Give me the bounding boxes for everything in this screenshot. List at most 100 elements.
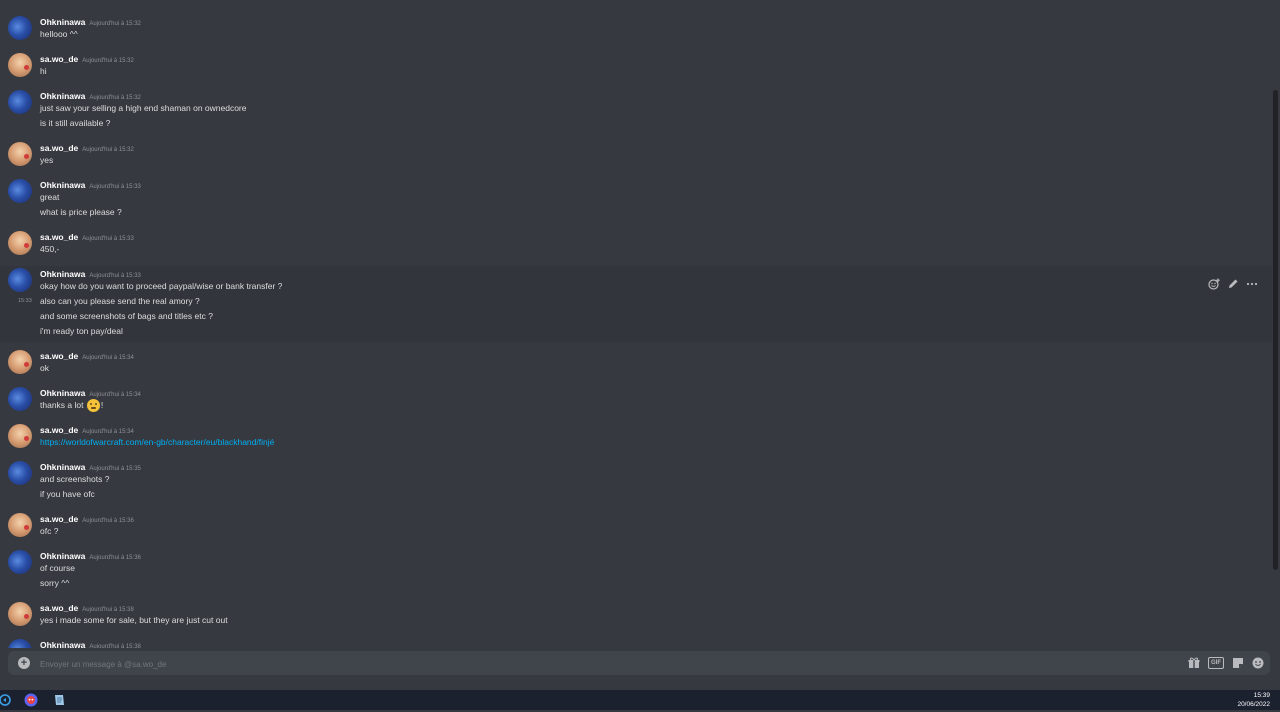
gif-button[interactable]: GIF <box>1208 657 1224 669</box>
avatar[interactable] <box>8 461 32 485</box>
avatar[interactable] <box>8 268 32 292</box>
message-group[interactable]: sa.wo_de Aujourd'hui à 15:33 450,- <box>0 229 1272 260</box>
avatar[interactable] <box>8 602 32 626</box>
message-composer: + GIF <box>8 651 1270 675</box>
message-line-text: of course <box>40 563 75 573</box>
author-name[interactable]: sa.wo_de <box>40 54 78 64</box>
author-name[interactable]: Ohkninawa <box>40 17 85 27</box>
avatar[interactable] <box>8 424 32 448</box>
message-link[interactable]: https://worldofwarcraft.com/en-gb/charac… <box>40 436 274 448</box>
message-text: 450,- <box>40 243 59 255</box>
notepad-icon[interactable] <box>52 693 66 707</box>
message-text: yes <box>40 154 53 166</box>
sticker-icon[interactable] <box>1232 656 1244 670</box>
emoji-icon[interactable] <box>1252 656 1264 670</box>
author-name[interactable]: Ohkninawa <box>40 551 85 561</box>
message-group[interactable]: sa.wo_de Aujourd'hui à 15:38 yes i made so… <box>0 600 1272 631</box>
taskbar-clock[interactable]: 15:39 20/06/2022 <box>1237 691 1270 709</box>
message-group[interactable]: sa.wo_de Aujourd'hui à 15:32 hi <box>0 51 1272 82</box>
message-line-text: and screenshots ? <box>40 474 110 484</box>
message-timestamp: Aujourd'hui à 15:38 <box>89 644 141 648</box>
avatar[interactable] <box>8 639 32 648</box>
message-line-text: yes i made some for sale, but they are j… <box>40 615 228 625</box>
author-name[interactable]: sa.wo_de <box>40 232 78 242</box>
message-group[interactable]: sa.wo_de Aujourd'hui à 15:36 ofc ? <box>0 511 1272 542</box>
message-group[interactable]: sa.wo_de Aujourd'hui à 15:32 yes <box>0 140 1272 171</box>
message-text: hellooo ^^ <box>40 28 78 40</box>
message-text: sorry ^^ <box>40 577 69 589</box>
author-name[interactable]: Ohkninawa <box>40 269 85 279</box>
message-timestamp: Aujourd'hui à 15:32 <box>89 95 141 101</box>
message-line-text: sorry ^^ <box>40 578 70 588</box>
message-header: sa.wo_de Aujourd'hui à 15:36 <box>40 511 134 525</box>
avatar[interactable] <box>8 90 32 114</box>
message-line-text: hi <box>40 66 47 76</box>
author-name[interactable]: sa.wo_de <box>40 603 78 613</box>
message-actions <box>1208 278 1258 290</box>
add-attachment-icon[interactable]: + <box>18 657 30 669</box>
message-group[interactable]: sa.wo_de Aujourd'hui à 15:34 ok <box>0 348 1272 379</box>
message-line-text: great <box>40 192 60 202</box>
message-line-text[interactable]: https://worldofwarcraft.com/en-gb/charac… <box>40 437 274 447</box>
edit-icon[interactable] <box>1227 278 1239 290</box>
more-icon[interactable] <box>1246 278 1258 290</box>
taskbar: 15:39 20/06/2022 <box>0 690 1280 710</box>
message-text: ofc ? <box>40 525 58 537</box>
chat-messages-area[interactable]: Ohkninawa Aujourd'hui à 15:32 hellooo ^^ sa… <box>0 0 1280 648</box>
avatar[interactable] <box>8 513 32 537</box>
clock-time: 15:39 <box>1253 692 1270 699</box>
author-name[interactable]: sa.wo_de <box>40 514 78 524</box>
avatar[interactable] <box>8 231 32 255</box>
message-group[interactable]: Ohkninawa Aujourd'hui à 15:32 just saw you… <box>0 88 1272 134</box>
author-name[interactable]: Ohkninawa <box>40 388 85 398</box>
message-group[interactable]: Ohkninawa Aujourd'hui à 15:36 of course sor… <box>0 548 1272 594</box>
avatar[interactable] <box>8 387 32 411</box>
message-group[interactable]: Ohkninawa Aujourd'hui à 15:34 thanks a lot… <box>0 385 1272 416</box>
avatar[interactable] <box>8 179 32 203</box>
message-group[interactable]: sa.wo_de Aujourd'hui à 15:34 https://world… <box>0 422 1272 453</box>
author-name[interactable]: Ohkninawa <box>40 180 85 190</box>
author-name[interactable]: Ohkninawa <box>40 91 85 101</box>
message-timestamp: Aujourd'hui à 15:33 <box>82 236 134 242</box>
message-header: sa.wo_de Aujourd'hui à 15:34 <box>40 348 134 362</box>
scrollbar[interactable] <box>1273 90 1278 570</box>
avatar[interactable] <box>8 142 32 166</box>
message-line-text: and some screenshots of bags and titles … <box>40 311 213 321</box>
message-line-text: thanks a lot <box>40 400 84 410</box>
avatar[interactable] <box>8 16 32 40</box>
message-input[interactable] <box>38 655 1142 673</box>
message-group[interactable]: Ohkninawa Aujourd'hui à 15:38 <box>0 637 1272 648</box>
message-text: okay how do you want to proceed paypal/w… <box>40 280 282 292</box>
message-header: sa.wo_de Aujourd'hui à 15:34 <box>40 422 134 436</box>
author-name[interactable]: Ohkninawa <box>40 640 85 648</box>
author-name[interactable]: sa.wo_de <box>40 425 78 435</box>
message-group[interactable]: Ohkninawa Aujourd'hui à 15:33 great what is… <box>0 177 1272 223</box>
add-reaction-icon[interactable] <box>1208 278 1220 290</box>
discord-app-icon[interactable] <box>24 693 38 707</box>
message-line-text: is it still available ? <box>40 118 111 128</box>
message-timestamp: Aujourd'hui à 15:36 <box>89 555 141 561</box>
message-header: Ohkninawa Aujourd'hui à 15:32 <box>40 14 141 28</box>
author-name[interactable]: sa.wo_de <box>40 351 78 361</box>
message-text: of course <box>40 562 75 574</box>
avatar[interactable] <box>8 350 32 374</box>
message-text: just saw your selling a high end shaman … <box>40 102 247 114</box>
message-text: i'm ready ton pay/deal <box>40 325 123 337</box>
message-text: what is price please ? <box>40 206 122 218</box>
message-line-text: okay how do you want to proceed paypal/w… <box>40 281 283 291</box>
avatar[interactable] <box>8 550 32 574</box>
avatar[interactable] <box>8 53 32 77</box>
start-icon[interactable] <box>0 693 14 707</box>
message-header: sa.wo_de Aujourd'hui à 15:33 <box>40 229 134 243</box>
author-name[interactable]: Ohkninawa <box>40 462 85 472</box>
message-line-text: yes <box>40 155 54 165</box>
message-group[interactable]: Ohkninawa Aujourd'hui à 15:33 okay how do … <box>0 266 1272 342</box>
author-name[interactable]: sa.wo_de <box>40 143 78 153</box>
message-line-text: i'm ready ton pay/deal <box>40 326 123 336</box>
message-group[interactable]: Ohkninawa Aujourd'hui à 15:32 hellooo ^^ <box>0 14 1272 45</box>
gift-icon[interactable] <box>1188 656 1200 670</box>
message-timestamp: Aujourd'hui à 15:34 <box>82 429 134 435</box>
message-text: is it still available ? <box>40 117 110 129</box>
message-group[interactable]: Ohkninawa Aujourd'hui à 15:35 and screensh… <box>0 459 1272 505</box>
message-timestamp: Aujourd'hui à 15:32 <box>82 58 134 64</box>
